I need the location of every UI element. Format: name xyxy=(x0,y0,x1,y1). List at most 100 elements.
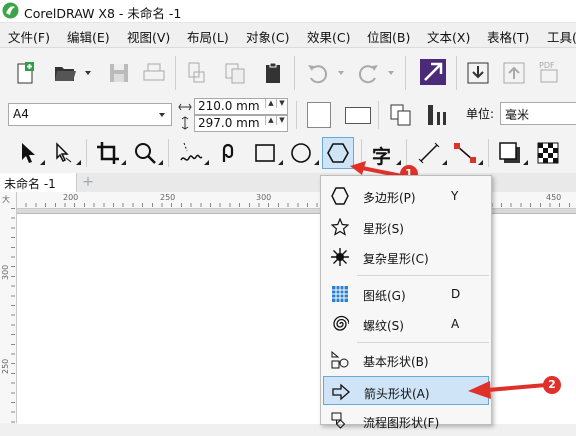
horizontal-ruler[interactable]: 200 250 300 350 400 450 xyxy=(16,192,576,209)
toolbar-separator xyxy=(405,56,406,90)
menu-edit[interactable]: 编辑(E) xyxy=(67,27,110,46)
page-width-input[interactable]: 210.0 mm ▲ ▼ xyxy=(194,98,288,115)
flyout-item-polygon[interactable]: 多边形(P) Y xyxy=(321,181,491,211)
width-spin-down[interactable]: ▼ xyxy=(276,99,287,108)
print-icon[interactable] xyxy=(141,60,167,86)
basic-shapes-icon xyxy=(331,351,349,369)
current-page-icon[interactable] xyxy=(424,102,450,128)
menu-layout[interactable]: 布局(L) xyxy=(187,27,229,46)
flyout-item-basic-shapes[interactable]: 基本形状(B) xyxy=(321,345,491,375)
redo-icon[interactable] xyxy=(355,60,381,86)
crop-tool-icon[interactable] xyxy=(95,140,121,166)
flyout-item-shortcut: Y xyxy=(451,189,459,203)
freehand-tool-icon[interactable] xyxy=(178,140,204,166)
flyout-item-label: 箭头形状(A) xyxy=(364,387,430,401)
ruler-tick-label: 300 xyxy=(256,193,272,202)
star-icon xyxy=(331,218,349,236)
flyout-corner-icon xyxy=(121,160,126,165)
flyout-item-star[interactable]: 星形(S) xyxy=(321,212,491,242)
paper-size-select[interactable]: A4 xyxy=(8,103,172,126)
flyout-item-shortcut: D xyxy=(451,287,461,301)
page-height-value: 297.0 mm xyxy=(198,116,260,130)
redo-dropdown-icon[interactable] xyxy=(388,71,394,75)
unit-value: 毫米 xyxy=(505,108,530,122)
copy-icon[interactable] xyxy=(222,60,248,86)
menu-file[interactable]: 文件(F) xyxy=(8,27,50,46)
cut-icon[interactable] xyxy=(184,60,210,86)
open-folder-icon[interactable] xyxy=(52,60,78,86)
search-content-icon[interactable] xyxy=(419,58,447,86)
vertical-ruler[interactable]: 大 300 250 xyxy=(0,192,17,423)
page-height-input[interactable]: 297.0 mm ▲ ▼ xyxy=(194,115,288,132)
portrait-button[interactable] xyxy=(307,102,331,128)
menu-table[interactable]: 表格(T) xyxy=(487,27,529,46)
connector-tool-icon[interactable] xyxy=(452,140,478,166)
flyout-item-label: 星形(S) xyxy=(363,222,404,236)
transparency-tool-icon[interactable] xyxy=(535,140,561,166)
ruler-ticks xyxy=(11,208,15,423)
undo-icon[interactable] xyxy=(305,60,331,86)
height-spin-up[interactable]: ▲ xyxy=(265,116,276,125)
unit-select[interactable]: 毫米 xyxy=(500,102,576,125)
page-width-icon xyxy=(178,103,192,111)
menu-effects[interactable]: 效果(C) xyxy=(307,27,350,46)
landscape-button[interactable] xyxy=(345,107,371,124)
shape-tool-icon[interactable] xyxy=(50,140,76,166)
flyout-item-label: 图纸(G) xyxy=(363,289,406,303)
menu-tools[interactable]: 工具( xyxy=(547,27,576,46)
height-spin-down[interactable]: ▼ xyxy=(276,116,287,125)
toolbar-separator xyxy=(175,56,176,90)
document-tab[interactable]: 未命名 -1 xyxy=(0,173,77,192)
document-tab-label: 未命名 -1 xyxy=(4,177,56,191)
flyout-corner-icon xyxy=(204,160,209,165)
publish-pdf-icon[interactable]: PDF xyxy=(537,58,563,84)
window-title: CorelDRAW X8 - 未命名 -1 xyxy=(24,6,182,21)
arrow-shapes-icon xyxy=(332,383,350,401)
zoom-tool-icon[interactable] xyxy=(132,140,158,166)
flyout-separator xyxy=(357,342,489,343)
flyout-item-shortcut: A xyxy=(451,317,460,331)
flyout-corner-icon xyxy=(158,160,163,165)
drop-shadow-tool-icon[interactable] xyxy=(497,140,523,166)
flyout-item-complex-star[interactable]: 复杂星形(C) xyxy=(321,242,491,272)
menu-bitmap[interactable]: 位图(B) xyxy=(367,27,410,46)
ruler-tick-label: 450 xyxy=(546,193,562,202)
rectangle-tool-icon[interactable] xyxy=(252,140,278,166)
flyout-separator xyxy=(357,275,489,276)
save-icon[interactable] xyxy=(106,60,132,86)
flyout-item-graph-paper[interactable]: 图纸(G) D xyxy=(321,279,491,309)
width-spin-up[interactable]: ▲ xyxy=(265,99,276,108)
spiral-icon xyxy=(333,315,349,331)
ruler-tick-label: 250 xyxy=(1,358,10,374)
menu-text[interactable]: 文本(X) xyxy=(427,27,470,46)
paste-icon[interactable] xyxy=(260,60,286,86)
open-dropdown-icon[interactable] xyxy=(85,71,91,75)
pick-tool-icon[interactable] xyxy=(14,140,40,166)
all-pages-icon[interactable] xyxy=(388,102,414,128)
flyout-item-flowchart-shapes[interactable]: 流程图形状(F) xyxy=(321,406,491,436)
flowchart-shapes-icon xyxy=(331,412,346,429)
flyout-item-label: 螺纹(S) xyxy=(363,319,404,333)
ellipse-tool-icon[interactable] xyxy=(288,140,314,166)
toolbar-separator xyxy=(294,56,295,90)
unit-label: 单位: xyxy=(466,107,495,121)
new-document-icon[interactable] xyxy=(12,60,38,86)
graph-paper-icon xyxy=(332,286,348,302)
chevron-down-icon xyxy=(159,113,165,117)
flyout-corner-icon xyxy=(478,160,483,165)
export-icon[interactable] xyxy=(501,60,527,86)
add-document-button[interactable]: + xyxy=(80,174,96,190)
ruler-tick-label: 250 xyxy=(160,193,176,202)
menu-view[interactable]: 视图(V) xyxy=(127,27,170,46)
polygon-icon xyxy=(331,187,349,205)
toolbar-separator xyxy=(456,56,457,90)
import-icon[interactable] xyxy=(465,60,491,86)
artistic-media-icon[interactable] xyxy=(215,140,241,166)
undo-dropdown-icon[interactable] xyxy=(338,71,344,75)
svg-text:PDF: PDF xyxy=(539,61,555,70)
flyout-corner-icon xyxy=(442,160,447,165)
flyout-corner-icon xyxy=(40,160,45,165)
flyout-corner-icon xyxy=(278,160,283,165)
flyout-item-spiral[interactable]: 螺纹(S) A xyxy=(321,309,491,339)
menu-object[interactable]: 对象(C) xyxy=(246,27,289,46)
